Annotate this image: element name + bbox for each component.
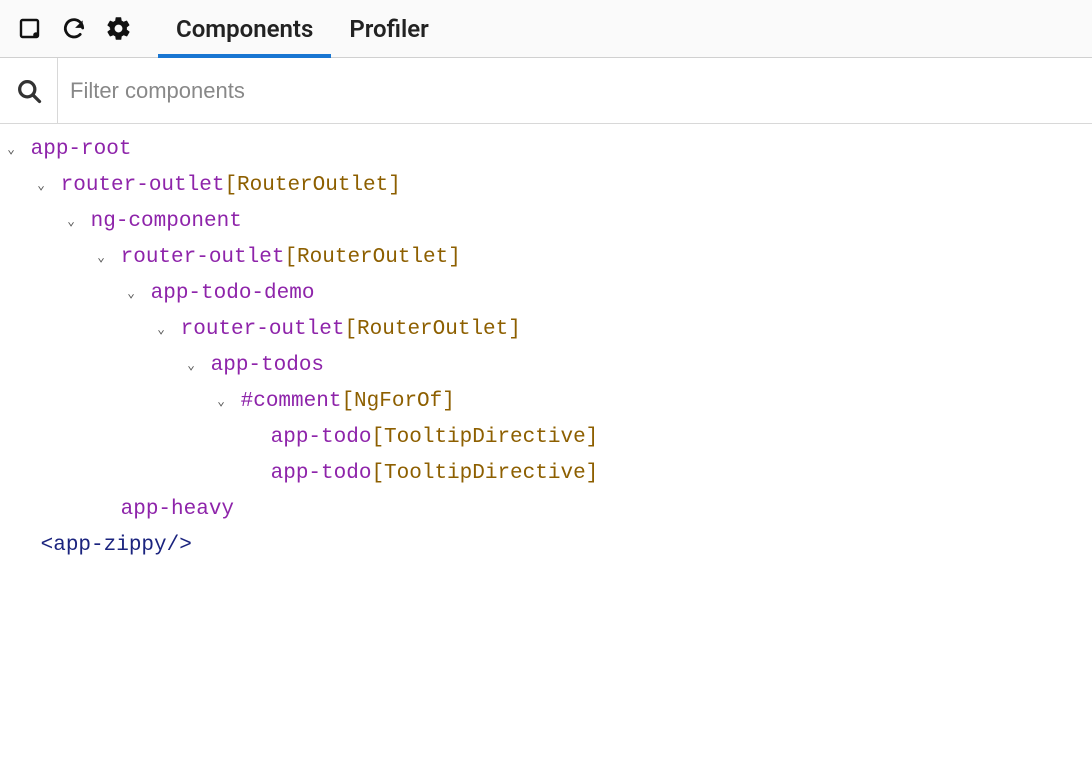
component-tag: app-todo [271,456,372,492]
search-icon-container [0,58,58,124]
component-tag: router-outlet [121,240,285,276]
tree-row[interactable]: ⌄ app-heavy [4,492,1088,528]
tab-components[interactable]: Components [158,0,331,58]
chevron-down-icon[interactable]: ⌄ [94,240,108,276]
directive-annotation: [NgForOf] [341,384,454,420]
reload-icon [61,16,87,42]
tree-row[interactable]: ⌄ app-todo[TooltipDirective] [4,420,1088,456]
inspect-icon [18,17,42,41]
chevron-down-icon[interactable]: ⌄ [214,384,228,420]
component-tag: router-outlet [61,168,225,204]
component-tag: app-heavy [121,492,234,528]
chevron-down-icon[interactable]: ⌄ [154,312,168,348]
component-tag: #comment [241,384,342,420]
component-tag: router-outlet [181,312,345,348]
component-tag: app-todo [271,420,372,456]
component-tag: ng-component [91,204,242,240]
chevron-down-icon[interactable]: ⌄ [64,204,78,240]
chevron-down-icon[interactable]: ⌄ [184,348,198,384]
component-tag: app-todos [211,348,324,384]
component-tag: <app-zippy/> [41,528,192,564]
chevron-down-icon[interactable]: ⌄ [124,276,138,312]
tree-row[interactable]: ⌄ app-todo[TooltipDirective] [4,456,1088,492]
search-bar [0,58,1092,124]
tree-row[interactable]: ⌄ router-outlet[RouterOutlet] [4,312,1088,348]
tree-row[interactable]: ⌄ router-outlet[RouterOutlet] [4,240,1088,276]
directive-annotation: [RouterOutlet] [224,168,400,204]
tab-profiler[interactable]: Profiler [331,0,446,58]
directive-annotation: [RouterOutlet] [284,240,460,276]
directive-annotation: [RouterOutlet] [344,312,520,348]
tree-row[interactable]: ⌄ #comment[NgForOf] [4,384,1088,420]
tab-bar: Components Profiler [158,0,447,58]
tree-row[interactable]: ⌄ app-todos [4,348,1088,384]
directive-annotation: [TooltipDirective] [371,420,598,456]
tab-label: Profiler [349,15,428,43]
tab-label: Components [176,15,313,43]
toolbar: Components Profiler [0,0,1092,58]
gear-icon [105,15,132,42]
tree-row[interactable]: ⌄ app-root [4,132,1088,168]
directive-annotation: [TooltipDirective] [371,456,598,492]
tree-row[interactable]: ⌄ app-todo-demo [4,276,1088,312]
reload-button[interactable] [52,0,96,58]
chevron-down-icon[interactable]: ⌄ [34,168,48,204]
component-tree: ⌄ app-root⌄ router-outlet[RouterOutlet]⌄… [0,124,1092,572]
component-tag: app-root [31,132,132,168]
tree-row[interactable]: ⌄ <app-zippy/> [4,528,1088,564]
chevron-down-icon[interactable]: ⌄ [4,132,18,168]
tree-row[interactable]: ⌄ ng-component [4,204,1088,240]
settings-button[interactable] [96,0,140,58]
tree-row[interactable]: ⌄ router-outlet[RouterOutlet] [4,168,1088,204]
filter-components-input[interactable] [58,58,1092,123]
component-tag: app-todo-demo [151,276,315,312]
search-icon [15,77,43,105]
inspect-element-button[interactable] [8,0,52,58]
